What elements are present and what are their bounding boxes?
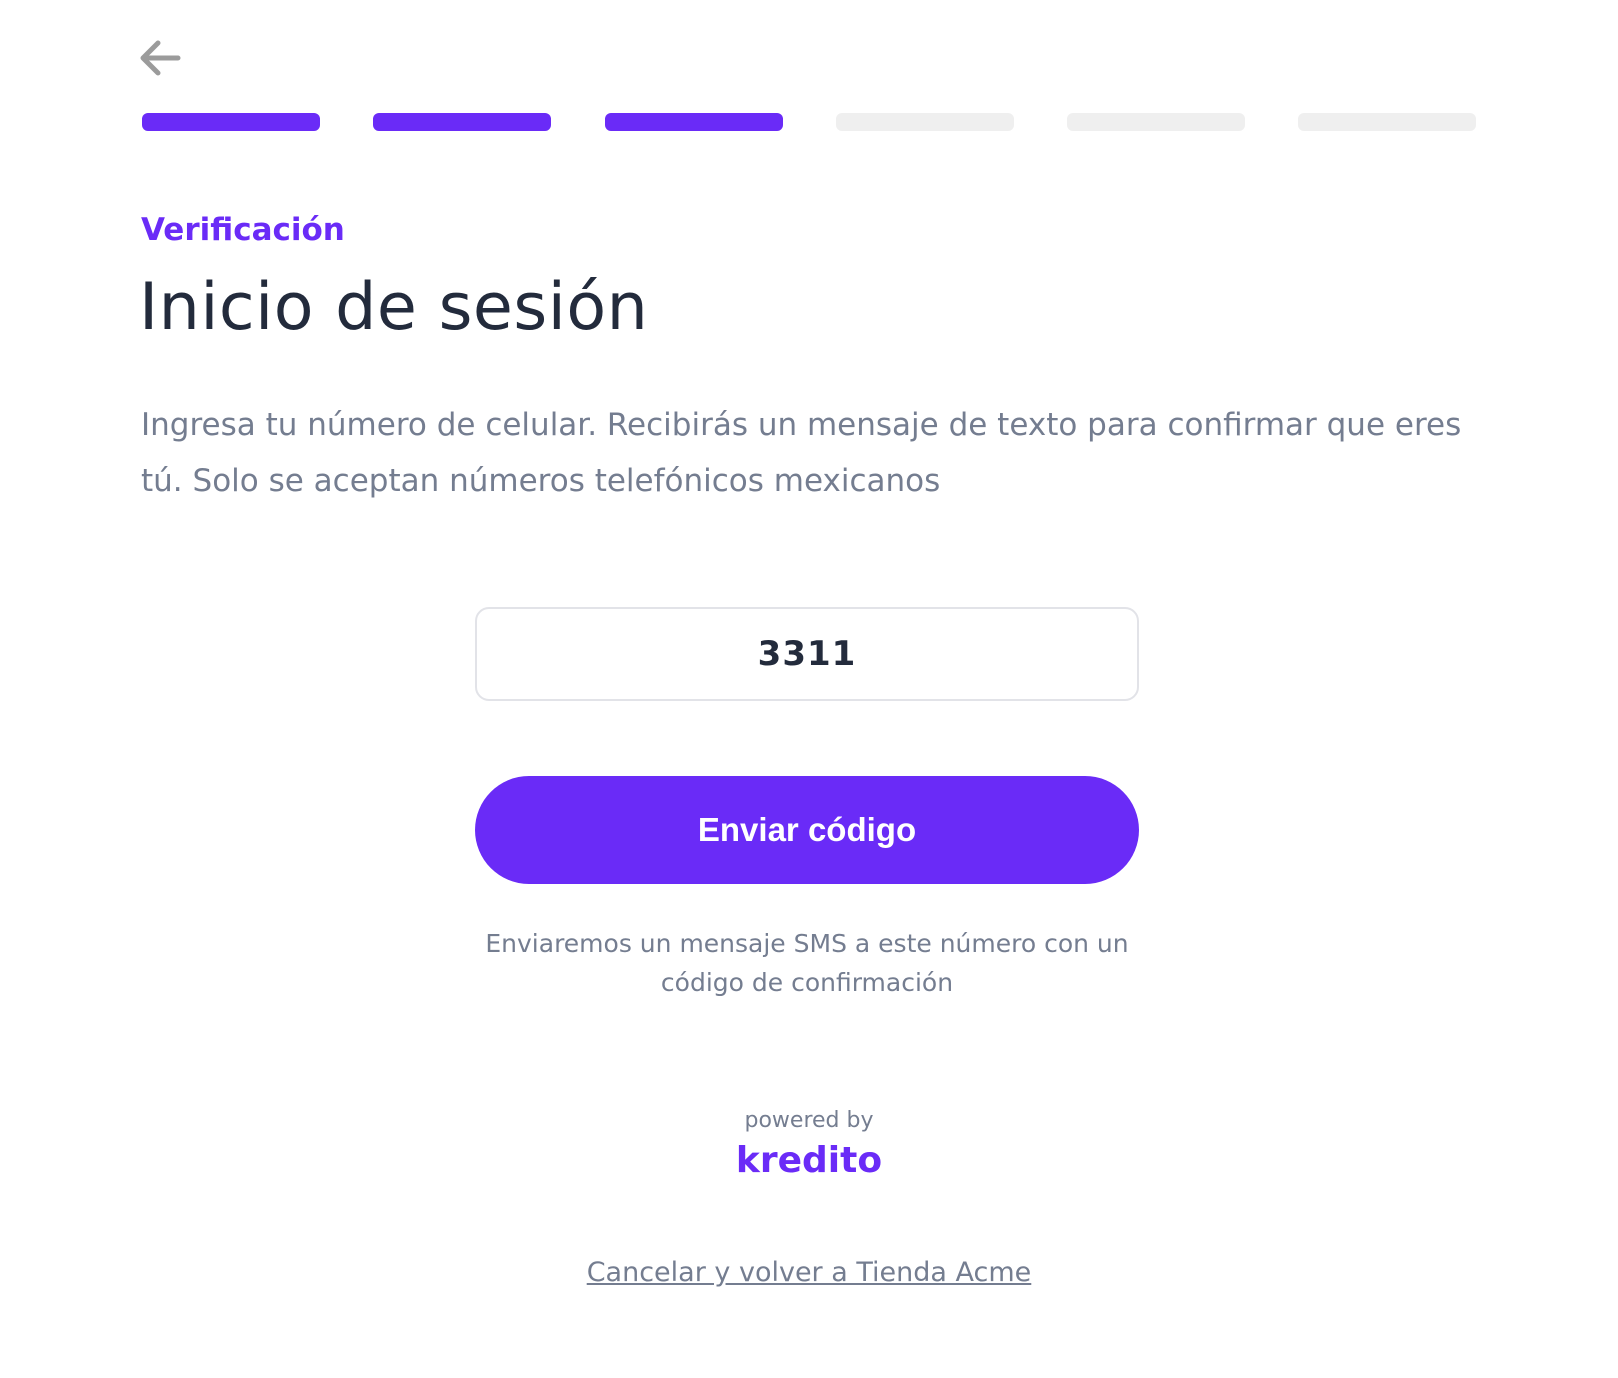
back-button[interactable] xyxy=(138,38,182,78)
section-label: Verificación xyxy=(141,212,345,248)
progress-step-1 xyxy=(142,113,320,131)
progress-step-3 xyxy=(605,113,783,131)
cancel-link-container: Cancelar y volver a Tienda Acme xyxy=(0,1257,1618,1288)
phone-number-input[interactable] xyxy=(475,607,1139,701)
progress-steps xyxy=(142,113,1476,131)
cancel-link[interactable]: Cancelar y volver a Tienda Acme xyxy=(587,1257,1032,1288)
progress-step-5 xyxy=(1067,113,1245,131)
progress-step-4 xyxy=(836,113,1014,131)
brand-logo: kredito xyxy=(735,1140,883,1181)
send-code-button[interactable]: Enviar código xyxy=(475,776,1139,884)
powered-by-label: powered by xyxy=(744,1108,874,1133)
page-title: Inicio de sesión xyxy=(139,270,649,345)
progress-step-2 xyxy=(373,113,551,131)
arrow-left-icon xyxy=(140,40,181,76)
sms-note-text: Enviaremos un mensaje SMS a este número … xyxy=(485,929,1129,997)
instructions-text: Ingresa tu número de celular. Recibirás … xyxy=(141,407,1462,499)
progress-step-6 xyxy=(1298,113,1476,131)
